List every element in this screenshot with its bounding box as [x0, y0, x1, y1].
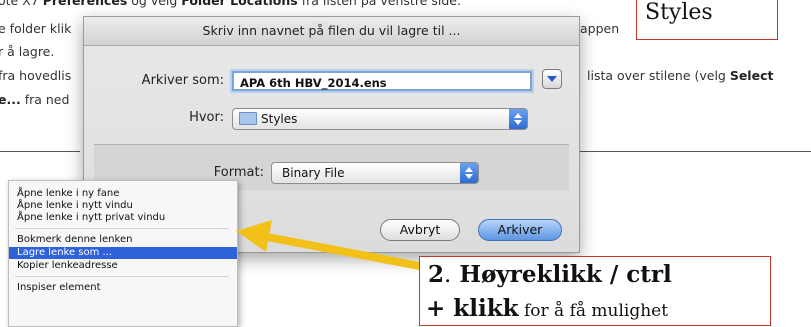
instruction-annotation: 2. Høyreklikk / ctrl + klikk for å få mu… [419, 256, 771, 326]
instruction-line-1: 2. Høyreklikk / ctrl [428, 261, 672, 288]
instruction-line-2: + klikk for å få mulighet [426, 295, 669, 322]
